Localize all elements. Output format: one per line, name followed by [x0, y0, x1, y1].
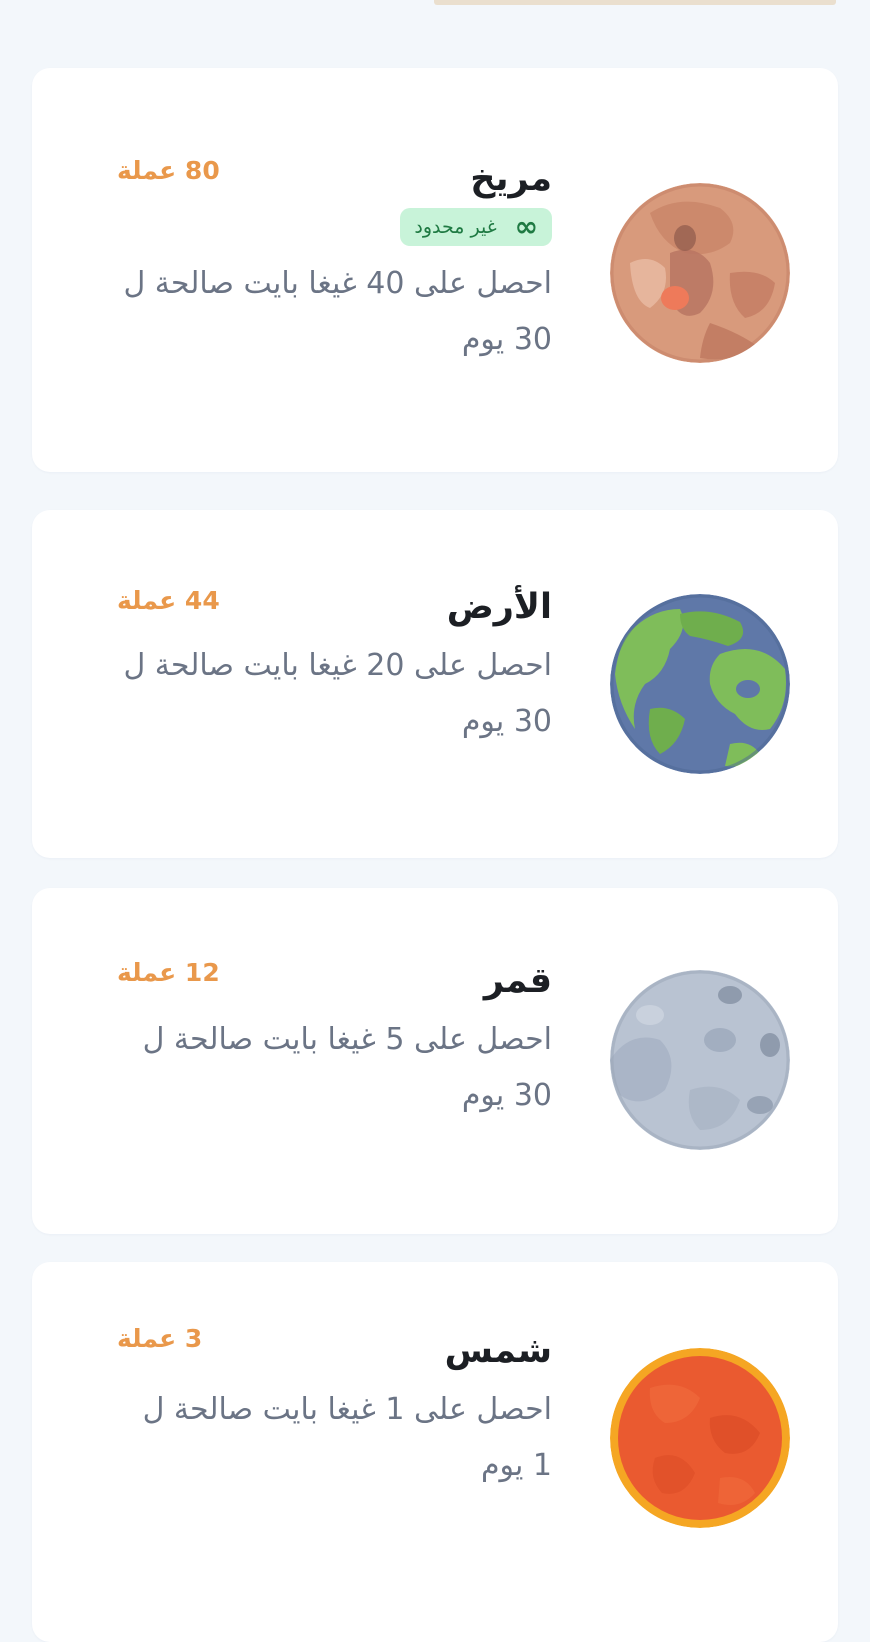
plan-description: احصل على 20 غيغا بايت صالحة ل 30 يوم: [123, 648, 552, 739]
infinity-icon: ∞: [514, 210, 538, 243]
plan-description: احصل على 5 غيغا بايت صالحة ل 30 يوم: [142, 1022, 552, 1113]
moon-planet-icon: [610, 970, 790, 1150]
mars-planet-icon: [610, 183, 790, 363]
plan-price: 3 عملة: [117, 1324, 203, 1353]
plan-card-moon[interactable]: قمر احصل على 5 غيغا بايت صالحة ل 30 يوم …: [32, 888, 838, 1234]
plan-price: 12 عملة: [117, 958, 220, 987]
plan-description: احصل على 1 غيغا بايت صالحة ل 1 يوم: [142, 1392, 552, 1483]
plan-price: 44 عملة: [117, 586, 220, 615]
plan-info: مريخ ∞غير محدود احصل على 40 غيغا بايت صا…: [112, 156, 552, 368]
plan-card-sun[interactable]: شمس احصل على 1 غيغا بايت صالحة ل 1 يوم 3…: [32, 1262, 838, 1642]
badge-label: غير محدود: [414, 216, 497, 238]
sun-planet-icon: [610, 1348, 790, 1528]
plan-price: 80 عملة: [117, 156, 220, 185]
top-divider: [434, 0, 836, 5]
plan-description: احصل على 40 غيغا بايت صالحة ل 30 يوم: [123, 266, 552, 357]
plan-card-mars[interactable]: مريخ ∞غير محدود احصل على 40 غيغا بايت صا…: [32, 68, 838, 472]
plan-card-earth[interactable]: الأرض احصل على 20 غيغا بايت صالحة ل 30 ي…: [32, 510, 838, 858]
unlimited-badge: ∞ غير محدود: [400, 208, 552, 246]
earth-planet-icon: [610, 594, 790, 774]
